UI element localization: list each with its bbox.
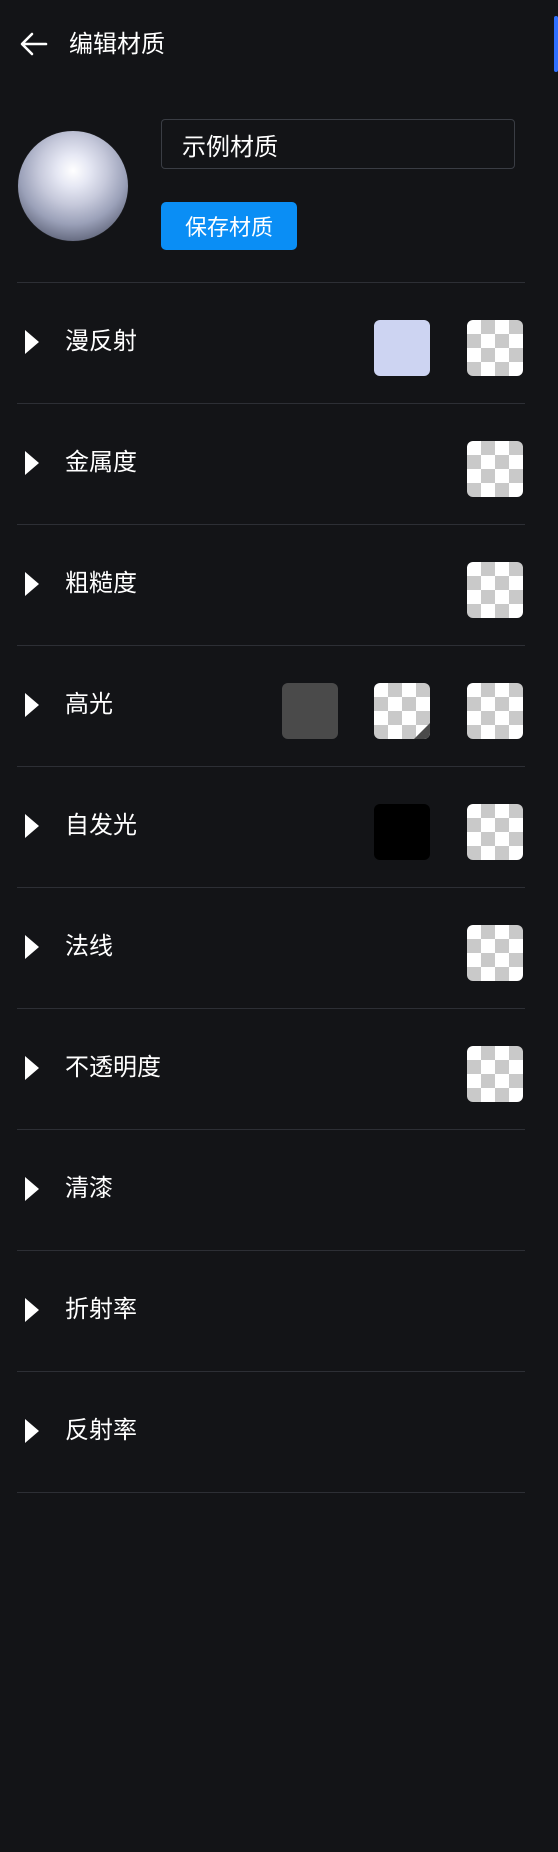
section-opacity[interactable]: 不透明度 (17, 1009, 525, 1130)
folded-corner-icon (414, 723, 430, 739)
diffuse-texture-slot[interactable] (467, 320, 523, 376)
section-label: 不透明度 (65, 1053, 161, 1081)
expand-caret-icon[interactable] (17, 1251, 57, 1372)
specular-color-swatch[interactable] (282, 683, 338, 739)
material-properties-list: 漫反射 金属度 粗糙度 高光 自发光 法线 不透明度 清漆 折射率 反射率 (17, 282, 525, 1493)
normal-texture-slot[interactable] (467, 925, 523, 981)
section-label: 漫反射 (65, 327, 137, 355)
section-diffuse[interactable]: 漫反射 (17, 283, 525, 404)
specular-texture-slot[interactable] (467, 683, 523, 739)
section-ior[interactable]: 折射率 (17, 1251, 525, 1372)
section-emissive[interactable]: 自发光 (17, 767, 525, 888)
expand-caret-icon[interactable] (17, 525, 57, 646)
expand-caret-icon[interactable] (17, 1130, 57, 1251)
section-label: 法线 (65, 932, 113, 960)
section-normal[interactable]: 法线 (17, 888, 525, 1009)
scrollbar[interactable] (554, 16, 558, 72)
expand-caret-icon[interactable] (17, 283, 57, 404)
material-name-input[interactable] (161, 119, 515, 169)
section-reflectivity[interactable]: 反射率 (17, 1372, 525, 1493)
expand-caret-icon[interactable] (17, 1372, 57, 1493)
expand-caret-icon[interactable] (17, 1009, 57, 1130)
arrow-left-icon[interactable] (18, 28, 50, 60)
section-metalness[interactable]: 金属度 (17, 404, 525, 525)
emissive-color-swatch[interactable] (374, 804, 430, 860)
section-label: 反射率 (65, 1416, 137, 1444)
section-label: 清漆 (65, 1174, 113, 1202)
expand-caret-icon[interactable] (17, 404, 57, 525)
diffuse-color-swatch[interactable] (374, 320, 430, 376)
section-roughness[interactable]: 粗糙度 (17, 525, 525, 646)
section-label: 折射率 (65, 1295, 137, 1323)
material-header: 保存材质 (0, 100, 558, 280)
metalness-texture-slot[interactable] (467, 441, 523, 497)
section-label: 金属度 (65, 448, 137, 476)
save-material-button[interactable]: 保存材质 (161, 202, 297, 250)
top-bar: 编辑材质 (0, 0, 558, 86)
section-clearcoat[interactable]: 清漆 (17, 1130, 525, 1251)
section-label: 粗糙度 (65, 569, 137, 597)
expand-caret-icon[interactable] (17, 888, 57, 1009)
specular-secondary-texture-slot[interactable] (374, 683, 430, 739)
emissive-texture-slot[interactable] (467, 804, 523, 860)
section-specular[interactable]: 高光 (17, 646, 525, 767)
expand-caret-icon[interactable] (17, 646, 57, 767)
material-preview (18, 131, 128, 241)
section-label: 高光 (65, 690, 113, 718)
roughness-texture-slot[interactable] (467, 562, 523, 618)
opacity-texture-slot[interactable] (467, 1046, 523, 1102)
expand-caret-icon[interactable] (17, 767, 57, 888)
page-title: 编辑材质 (69, 30, 165, 58)
section-label: 自发光 (65, 811, 137, 839)
